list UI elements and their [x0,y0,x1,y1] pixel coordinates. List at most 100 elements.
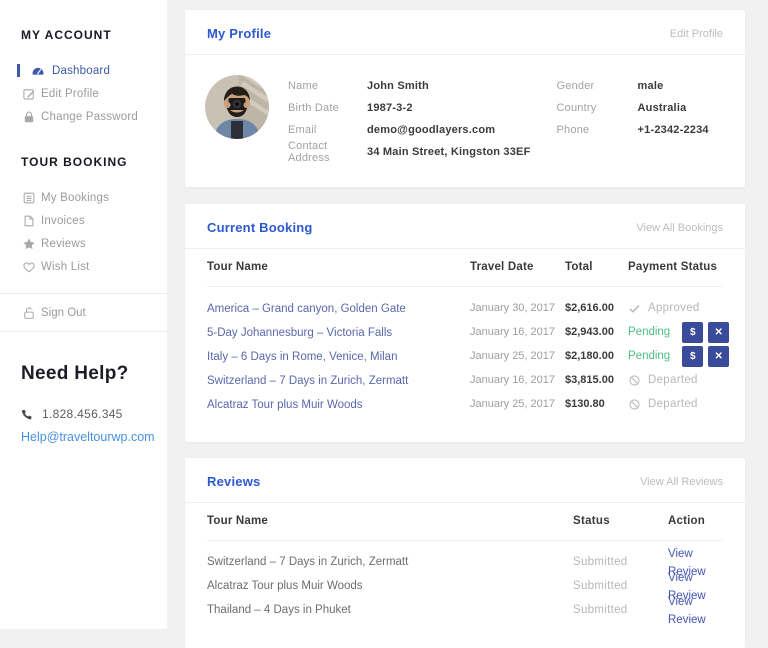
sidebar-item-label: Dashboard [52,65,110,77]
booking-total: $2,180.00 [565,350,628,362]
ban-icon [628,374,641,387]
section-title-tour-booking: TOUR BOOKING [21,155,167,169]
status-badge: Departed [628,398,698,411]
field-label: Birth Date [288,102,367,114]
field-label: Phone [557,124,638,136]
lock-icon [22,110,36,124]
column-header-payment-status: Payment Status [628,261,723,273]
review-tour-name: Switzerland – 7 Days in Zurich, Zermatt [207,556,573,568]
phone-icon [21,408,34,421]
field-value: 1987-3-2 [367,102,413,114]
view-review-link[interactable]: View Review [668,596,706,626]
sidebar-item-label: My Bookings [41,192,109,204]
status-badge: Departed [628,374,698,387]
status-badge: Pending [628,326,670,338]
table-row: Thailand – 4 Days in Phuket Submitted Vi… [207,598,723,622]
table-header: Tour Name Status Action [207,503,723,541]
sidebar-item-dashboard[interactable]: Dashboard [0,59,167,82]
tour-link[interactable]: Italy – 6 Days in Rome, Venice, Milan [207,351,397,363]
help-email-link[interactable]: Help@traveltourwp.com [21,430,167,444]
review-tour-name: Alcatraz Tour plus Muir Woods [207,580,573,592]
travel-date: January 25, 2017 [470,398,565,410]
field-value: demo@goodlayers.com [367,124,495,136]
field-value: John Smith [367,80,429,92]
booking-total: $2,616.00 [565,302,628,314]
pay-button[interactable]: $ [682,322,703,343]
active-indicator [17,64,20,77]
edit-profile-link[interactable]: Edit Profile [670,28,723,40]
travel-date: January 25, 2017 [470,350,565,362]
status-badge: Pending [628,350,670,362]
booking-total: $2,943.00 [565,326,628,338]
table-row: 5-Day Johannesburg – Victoria Falls Janu… [207,320,723,344]
sign-out-button[interactable]: Sign Out [0,294,167,331]
current-booking-card: Current Booking View All Bookings Tour N… [185,204,745,442]
travel-date: January 30, 2017 [470,302,565,314]
table-header: Tour Name Travel Date Total Payment Stat… [207,249,723,287]
divider [0,331,167,332]
travel-date: January 16, 2017 [470,326,565,338]
field-value: +1-2342-2234 [638,124,709,136]
help-phone-number: 1.828.456.345 [42,407,123,421]
invoice-icon [22,214,36,228]
avatar [205,75,269,139]
sidebar-item-label: Edit Profile [41,88,99,100]
bookings-icon [22,191,36,205]
review-status: Submitted [573,604,668,616]
sidebar-item-reviews[interactable]: Reviews [0,232,167,255]
pencil-icon [22,87,36,101]
column-header-travel-date: Travel Date [470,261,565,273]
reviews-card: Reviews View All Reviews Tour Name Statu… [185,458,745,648]
section-title-my-account: MY ACCOUNT [21,28,167,42]
sidebar: MY ACCOUNT Dashboard Edit Profile Change… [0,0,167,629]
field-value: Australia [638,102,687,114]
table-row: Alcatraz Tour plus Muir Woods January 25… [207,392,723,416]
sidebar-item-edit-profile[interactable]: Edit Profile [0,82,167,105]
column-header-tour-name: Tour Name [207,261,470,273]
field-value: male [638,80,664,92]
tour-link[interactable]: Alcatraz Tour plus Muir Woods [207,399,363,411]
column-header-status: Status [573,515,668,527]
table-row: Switzerland – 7 Days in Zurich, Zermatt … [207,368,723,392]
sidebar-item-my-bookings[interactable]: My Bookings [0,186,167,209]
table-row: Italy – 6 Days in Rome, Venice, Milan Ja… [207,344,723,368]
tour-link[interactable]: 5-Day Johannesburg – Victoria Falls [207,327,392,339]
pay-button[interactable]: $ [682,346,703,367]
review-status: Submitted [573,580,668,592]
card-title-reviews: Reviews [207,474,260,489]
tour-link[interactable]: America – Grand canyon, Golden Gate [207,303,406,315]
field-label: Email [288,124,367,136]
review-status: Submitted [573,556,668,568]
table-row: America – Grand canyon, Golden Gate Janu… [207,296,723,320]
dashboard-icon [31,64,45,78]
travel-date: January 16, 2017 [470,374,565,386]
check-icon [628,302,641,315]
cancel-button[interactable]: ✕ [708,322,729,343]
sign-out-label: Sign Out [41,307,86,319]
column-header-tour-name: Tour Name [207,515,573,527]
field-label: Gender [557,80,638,92]
sidebar-item-invoices[interactable]: Invoices [0,209,167,232]
column-header-total: Total [565,261,628,273]
sidebar-item-label: Invoices [41,215,85,227]
sidebar-item-change-password[interactable]: Change Password [0,105,167,128]
table-row: Switzerland – 7 Days in Zurich, Zermatt … [207,550,723,574]
heart-icon [22,260,36,274]
ban-icon [628,398,641,411]
cancel-button[interactable]: ✕ [708,346,729,367]
my-profile-card: My Profile Edit Profile [185,10,745,187]
sidebar-item-wish-list[interactable]: Wish List [0,255,167,278]
field-label: Contact Address [288,140,367,164]
column-header-action: Action [668,515,723,527]
booking-total: $130.80 [565,398,628,410]
need-help-title: Need Help? [21,363,167,385]
main-content: My Profile Edit Profile [185,0,745,648]
status-badge: Approved [628,302,700,315]
sidebar-item-label: Reviews [41,238,86,250]
card-title-my-profile: My Profile [207,26,271,41]
tour-link[interactable]: Switzerland – 7 Days in Zurich, Zermatt [207,375,408,387]
view-all-bookings-link[interactable]: View All Bookings [636,222,723,234]
sidebar-item-label: Change Password [41,111,138,123]
card-title-current-booking: Current Booking [207,220,313,235]
view-all-reviews-link[interactable]: View All Reviews [640,476,723,488]
